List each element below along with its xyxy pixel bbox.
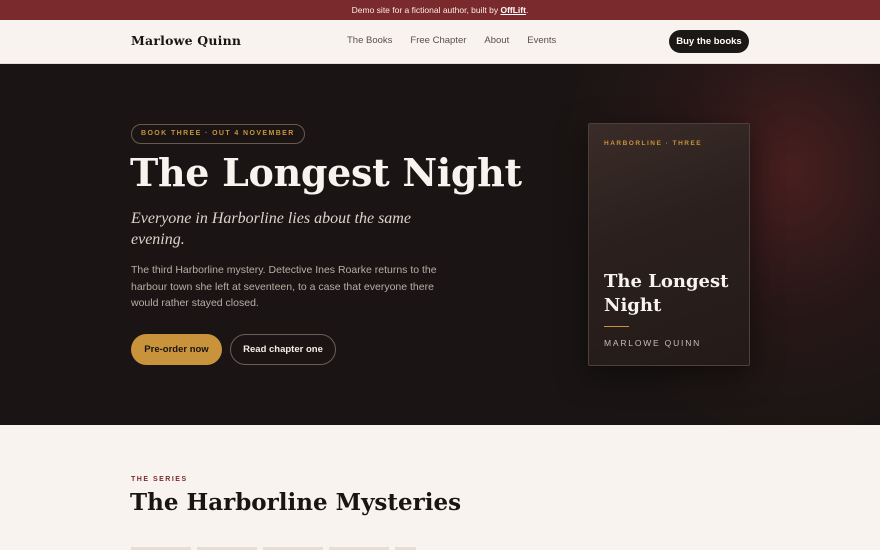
cover-author: MARLOWE QUINN — [604, 338, 702, 348]
offlift-link[interactable]: OffLift — [500, 5, 526, 15]
announcement-text: Demo site for a fictional author, built … — [351, 5, 501, 15]
series-title: The Harborline Mysteries — [130, 489, 462, 516]
top-navigation: Marlowe Quinn The Books Free Chapter Abo… — [0, 20, 880, 64]
hero-title: The Longest Night — [130, 150, 522, 195]
hero-description: The third Harborline mystery. Detective … — [131, 264, 437, 309]
nav-link-events[interactable]: Events — [527, 35, 556, 46]
nav-link-about[interactable]: About — [484, 35, 509, 46]
nav-link-the-books[interactable]: The Books — [347, 35, 392, 46]
pre-order-button[interactable]: Pre-order now — [131, 334, 222, 365]
hero-section: BOOK THREE · OUT 4 NOVEMBER The Longest … — [0, 64, 880, 425]
buy-books-button[interactable]: Buy the books — [669, 30, 749, 53]
cover-series-label: HARBORLINE · THREE — [604, 140, 703, 147]
hero-tagline: Everyone in Harborline lies about the sa… — [131, 210, 411, 248]
cover-title: The Longest Night — [604, 271, 729, 316]
read-chapter-button[interactable]: Read chapter one — [230, 334, 336, 365]
nav-link-free-chapter[interactable]: Free Chapter — [410, 35, 466, 46]
cover-divider — [604, 326, 629, 327]
site-brand[interactable]: Marlowe Quinn — [131, 33, 241, 48]
book-cover: HARBORLINE · THREE The Longest Night MAR… — [588, 123, 750, 366]
announcement-bar: Demo site for a fictional author, built … — [0, 0, 880, 20]
series-section: THE SERIES The Harborline Mysteries — [0, 425, 880, 550]
series-eyebrow: THE SERIES — [131, 476, 188, 483]
announcement-period: . — [525, 5, 529, 15]
nav-links: The Books Free Chapter About Events — [347, 35, 556, 46]
release-badge: BOOK THREE · OUT 4 NOVEMBER — [131, 124, 305, 144]
